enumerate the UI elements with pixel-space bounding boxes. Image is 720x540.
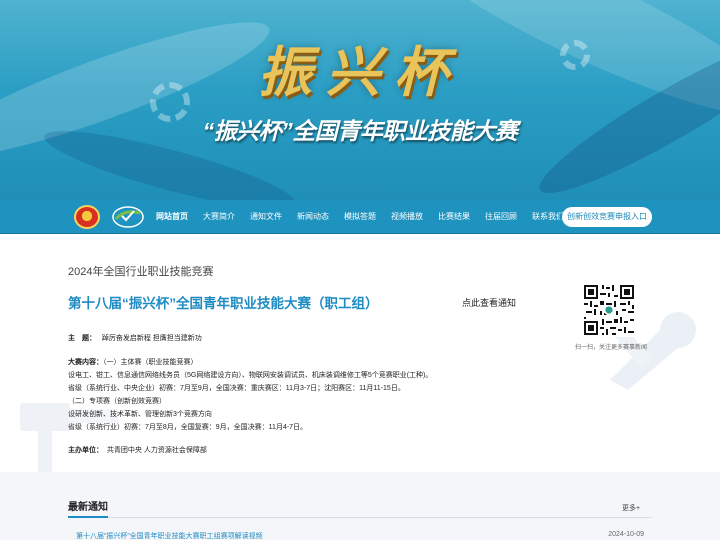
nav-item-notices[interactable]: 通知文件: [244, 200, 288, 234]
banner-title: “振兴杯”全国青年职业技能大赛: [202, 118, 518, 144]
nav-item-results[interactable]: 比赛结果: [432, 200, 476, 234]
theme-label: 主 题：: [68, 335, 96, 342]
content-line: 省级（系统行业、中央企业）初赛：7月至9月，全国决赛：重庆赛区：11月3-7日；…: [68, 385, 405, 392]
skills-logo-icon: [112, 206, 144, 228]
youth-league-emblem-icon: [74, 205, 100, 229]
news-more-link[interactable]: 更多+: [622, 503, 640, 513]
organizer-value: 共青团中央 人力资源社会保障部: [106, 447, 207, 454]
list-item[interactable]: 第十八届“振兴杯”全国青年职业技能大赛职工组赛项解读视频 2024-10-09: [76, 531, 652, 540]
content-line: （二）专项赛（创新创效竞赛）: [68, 398, 166, 405]
news-section-title: 最新通知: [68, 502, 108, 513]
nav-item-history[interactable]: 往届回顾: [479, 200, 523, 234]
innovation-apply-button[interactable]: 创新创效竞赛申报入口: [562, 207, 652, 227]
main-navbar: 网站首页 大赛简介 通知文件 新闻动态 模拟答题 视频播放 比赛结果 往届回顾 …: [0, 200, 720, 234]
news-item-date: 2024-10-09: [608, 531, 644, 538]
nav-item-home[interactable]: 网站首页: [150, 200, 194, 234]
content-row: 大赛内容：（一）主体赛（职业技能竞赛）: [68, 357, 198, 368]
organizer-row: 主办单位： 共青团中央 人力资源社会保障部: [68, 445, 207, 456]
nav-item-intro[interactable]: 大赛简介: [197, 200, 241, 234]
divider: [68, 517, 652, 518]
content-line: 设研发创新、技术革新、管理创新3个竞赛方向: [68, 411, 212, 418]
nav-item-quiz[interactable]: 模拟答题: [338, 200, 382, 234]
hero-banner: 振兴杯 “振兴杯”全国青年职业技能大赛: [0, 0, 720, 200]
nav-menu: 网站首页 大赛简介 通知文件 新闻动态 模拟答题 视频播放 比赛结果 往届回顾 …: [150, 200, 573, 234]
view-notice-link[interactable]: 点此查看通知: [462, 296, 516, 309]
content-label: 大赛内容：: [68, 359, 103, 366]
banner-logo-text: 振兴杯: [258, 40, 462, 104]
qr-code-icon: [582, 283, 636, 337]
title-underline: [68, 516, 108, 518]
theme-value: 踔厉奋发启新程 担膺担当建新功: [101, 335, 202, 342]
news-section: [0, 472, 720, 540]
theme-row: 主 题： 踔厉奋发启新程 担膺担当建新功: [68, 333, 202, 344]
nav-item-news[interactable]: 新闻动态: [291, 200, 335, 234]
qr-caption: 扫一扫，关注更多赛事新闻: [574, 345, 647, 351]
content-line: 设电工、钳工、信息通信网络线务员（5G网络建设方向）、物联网安装调试员、机床装调…: [68, 372, 433, 379]
organizer-label: 主办单位：: [68, 447, 103, 454]
content-line: （一）主体赛（职业技能竞赛）: [103, 359, 198, 366]
nav-item-videos[interactable]: 视频播放: [385, 200, 429, 234]
competition-year-title: 2024年全国行业职业技能竞赛: [68, 266, 214, 278]
hammer-decoration-icon: [20, 403, 118, 475]
competition-main-title[interactable]: 第十八届“振兴杯”全国青年职业技能大赛（职工组）: [68, 292, 379, 312]
content-line: 省级（系统行业）初赛：7月至8月，全国复赛：9月，全国决赛：11月4-7日。: [68, 424, 308, 431]
news-item-title[interactable]: 第十八届“振兴杯”全国青年职业技能大赛职工组赛项解读视频: [76, 533, 263, 540]
